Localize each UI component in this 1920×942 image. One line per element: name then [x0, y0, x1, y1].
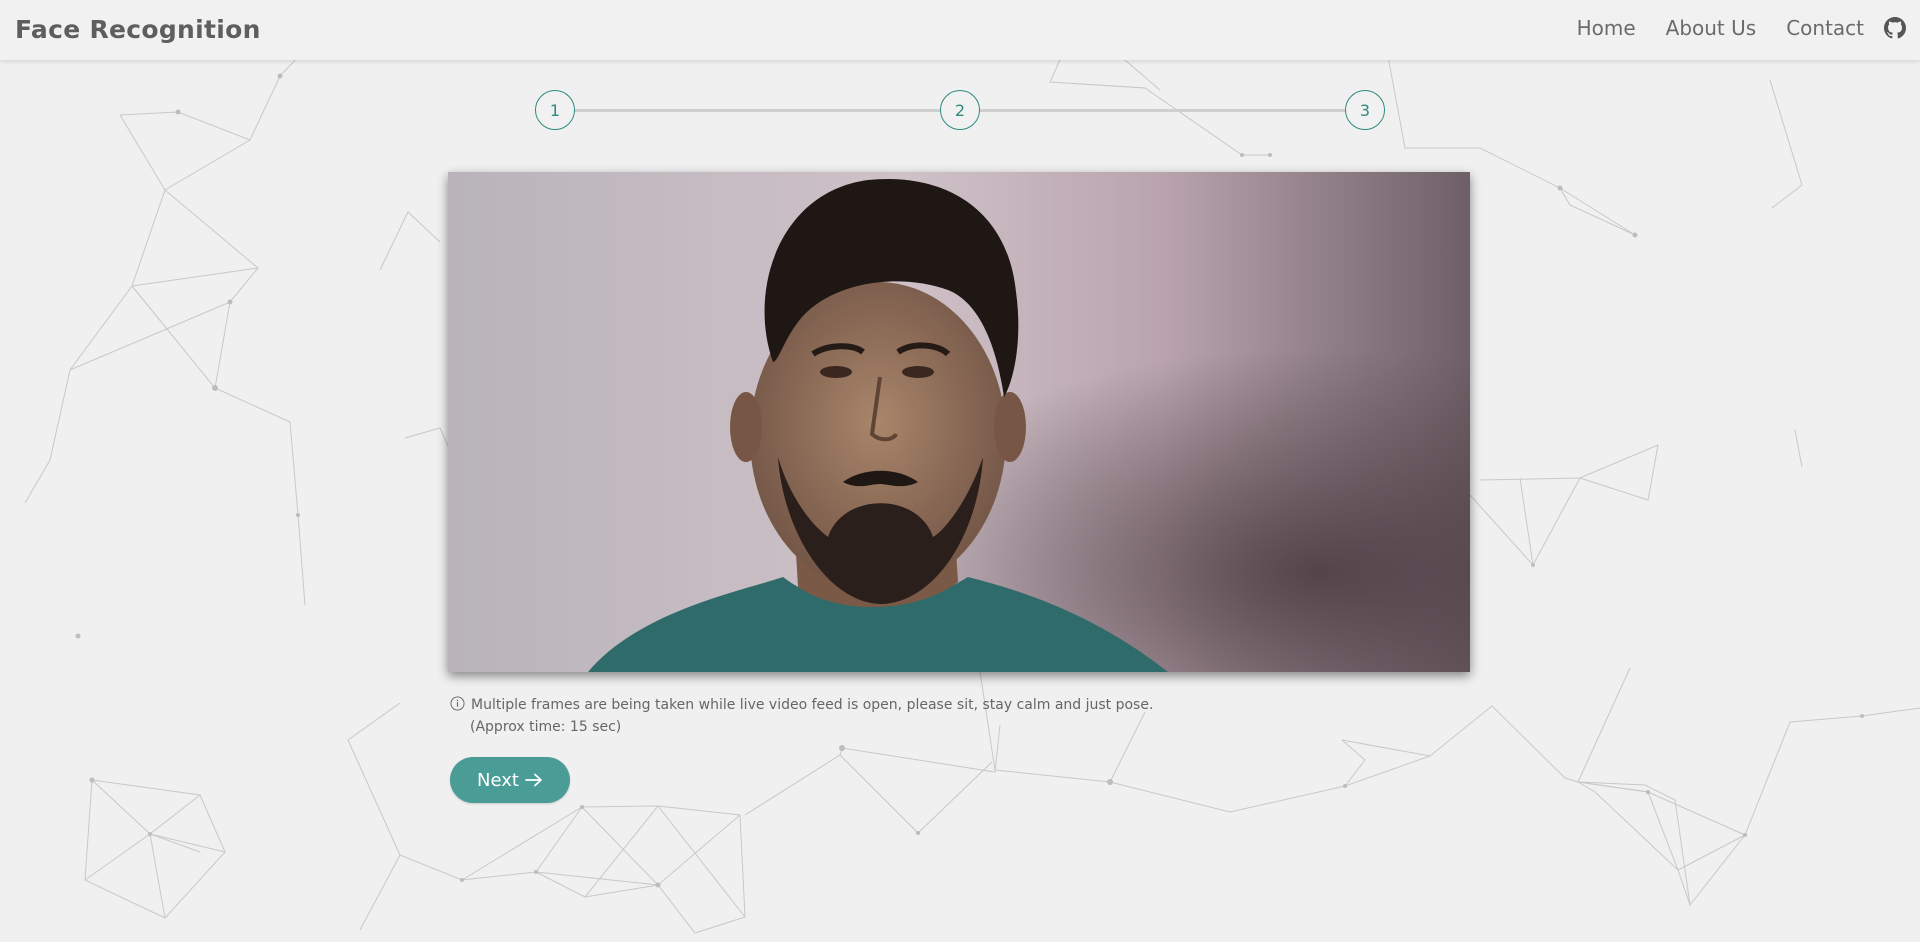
info-icon	[450, 696, 465, 711]
webcam-video-feed	[448, 172, 1470, 672]
nav-contact-link[interactable]: Contact	[1786, 16, 1864, 40]
nav-about-us-link[interactable]: About Us	[1666, 16, 1757, 40]
info-text: Multiple frames are being taken while li…	[471, 697, 1154, 713]
step-1[interactable]: 1	[535, 90, 575, 130]
navbar: Face Recognition Home About Us Contact	[0, 0, 1920, 60]
step-3[interactable]: 3	[1345, 90, 1385, 130]
brand-title[interactable]: Face Recognition	[15, 15, 261, 44]
next-button-label: Next	[477, 769, 519, 791]
github-icon[interactable]	[1884, 17, 1906, 39]
nav-home-link[interactable]: Home	[1577, 16, 1636, 40]
progress-stepper: 1 2 3	[535, 90, 1385, 130]
next-button[interactable]: Next	[450, 757, 570, 803]
step-2[interactable]: 2	[940, 90, 980, 130]
info-time-note: (Approx time: 15 sec)	[470, 719, 622, 735]
info-message: Multiple frames are being taken while li…	[450, 694, 1153, 738]
webcam-feed-person-image	[448, 172, 1470, 672]
nav-links: Home About Us Contact	[1547, 16, 1906, 40]
arrow-right-icon	[525, 773, 542, 787]
